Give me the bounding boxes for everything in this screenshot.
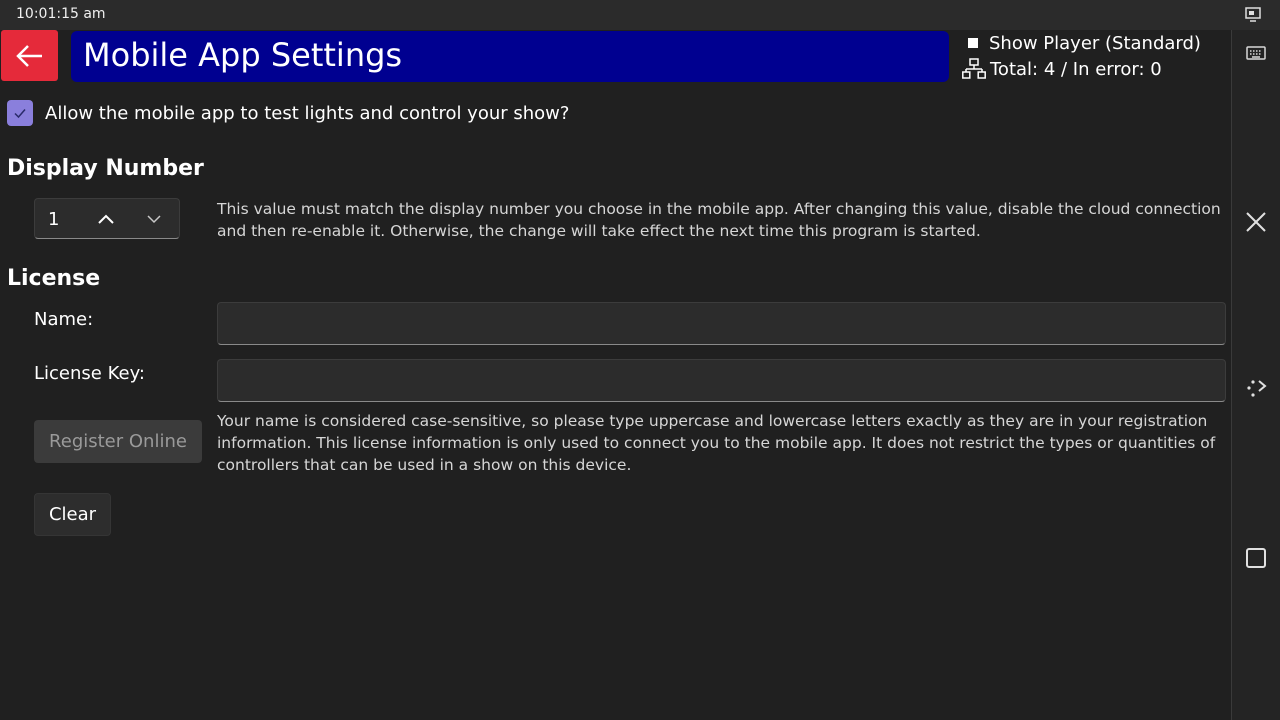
- status-square-icon: [968, 38, 978, 48]
- display-number-help: This value must match the display number…: [217, 200, 1221, 240]
- arrow-left-icon: [15, 44, 42, 67]
- display-number-value: 1: [48, 209, 60, 230]
- name-input[interactable]: [217, 302, 1226, 345]
- display-number-heading: Display Number: [7, 156, 204, 181]
- clear-button[interactable]: Clear: [34, 493, 111, 536]
- total-text: Total: 4 / In error: 0: [990, 58, 1162, 80]
- show-player-status: Show Player (Standard): [962, 32, 1201, 54]
- chevron-up-icon[interactable]: [95, 209, 117, 229]
- controller-total-status: Total: 4 / In error: 0: [962, 58, 1162, 80]
- system-sidebar: [1231, 30, 1280, 720]
- title-bar: Mobile App Settings: [71, 31, 949, 82]
- checkmark-icon: [14, 109, 26, 119]
- license-key-input[interactable]: [217, 359, 1226, 402]
- license-heading: License: [7, 266, 101, 291]
- clock-time: 10:01:15 am: [16, 6, 106, 22]
- rotate-icon[interactable]: [1244, 376, 1268, 400]
- show-player-label: Show Player (Standard): [989, 32, 1201, 54]
- name-label: Name:: [34, 309, 94, 330]
- square-icon[interactable]: [1244, 546, 1268, 570]
- license-help: Your name is considered case-sensitive, …: [217, 412, 1216, 474]
- allow-checkbox[interactable]: [7, 100, 33, 126]
- allow-mobile-app-row[interactable]: Allow the mobile app to test lights and …: [7, 99, 569, 127]
- chevron-down-icon[interactable]: [143, 209, 165, 229]
- screen-monitor-icon: [1245, 7, 1261, 22]
- network-icon: [962, 58, 986, 79]
- keyboard-icon[interactable]: [1244, 41, 1268, 65]
- page-title: Mobile App Settings: [83, 36, 403, 74]
- display-number-stepper[interactable]: 1: [34, 198, 180, 239]
- allow-label: Allow the mobile app to test lights and …: [45, 102, 570, 124]
- register-online-button[interactable]: Register Online: [34, 420, 202, 463]
- back-button[interactable]: [1, 30, 58, 81]
- license-key-label: License Key:: [34, 363, 145, 384]
- status-bar: 10:01:15 am: [0, 0, 1280, 30]
- close-icon[interactable]: [1244, 210, 1268, 234]
